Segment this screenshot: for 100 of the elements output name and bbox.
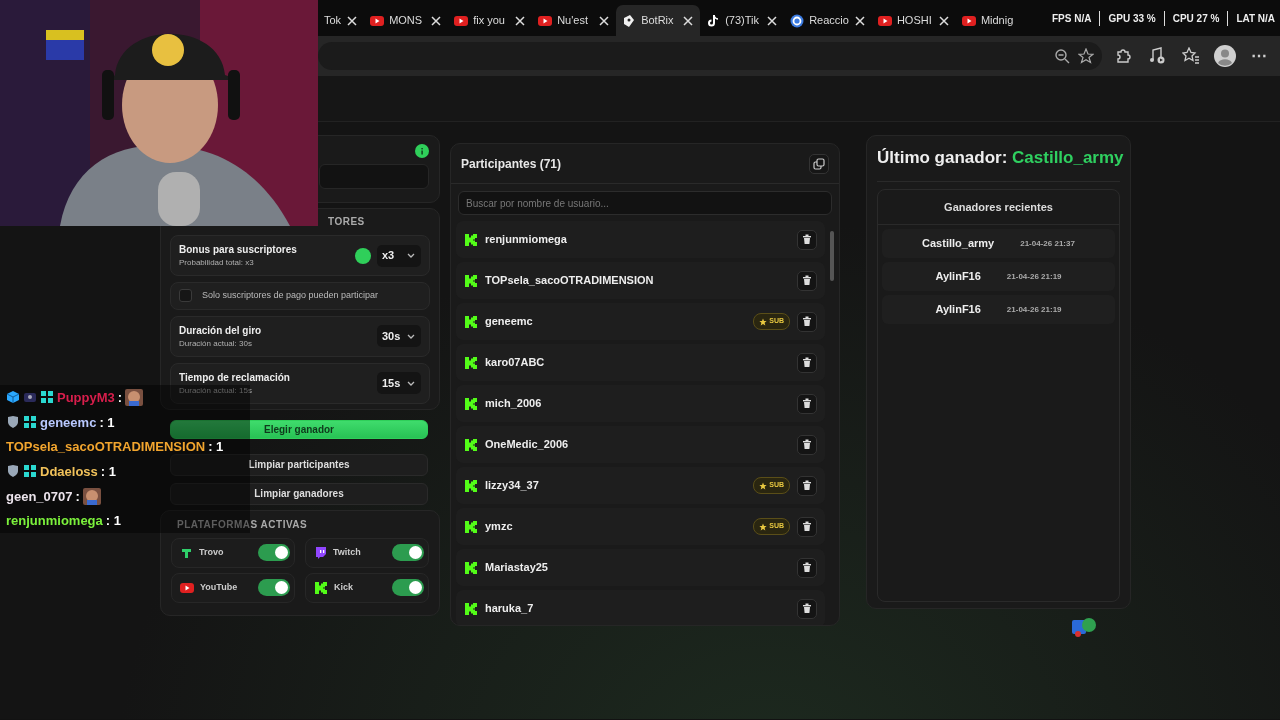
select-dropdown[interactable]: 30s [377, 325, 421, 347]
chat-username: PuppyM3 [57, 390, 115, 404]
browser-tab[interactable]: (73)Tik [700, 5, 785, 36]
puzzle-icon[interactable] [1114, 47, 1132, 65]
close-icon[interactable] [766, 14, 779, 27]
participant-row[interactable]: haruka_7 [456, 590, 825, 625]
close-icon[interactable] [346, 14, 359, 27]
more-button[interactable]: ⋯ [1246, 43, 1272, 69]
toggle-switch[interactable] [392, 579, 424, 596]
participant-row[interactable]: TOPsela_sacoOTRADIMENSION [456, 262, 825, 299]
delete-button[interactable] [797, 598, 817, 619]
info-icon[interactable] [355, 247, 371, 264]
favorites-icon[interactable] [1182, 47, 1200, 65]
chat-username: TOPsela_sacoOTRADIMENSION [6, 440, 206, 454]
winner-name: AylinF16 [935, 269, 981, 285]
chat-username: geneemc [40, 415, 97, 429]
close-icon[interactable] [682, 14, 695, 27]
trash-icon [802, 398, 812, 409]
select-dropdown[interactable]: x3 [377, 244, 421, 267]
browser-tab[interactable]: HOSHI [871, 5, 956, 36]
star-icon [759, 317, 768, 326]
kick-icon [464, 601, 478, 616]
kick-icon [464, 396, 478, 411]
delete-button[interactable] [797, 516, 817, 537]
browser-tab[interactable]: MONS [364, 5, 449, 36]
chat-message: : [117, 390, 123, 404]
chat-username: renjunmiomega [6, 514, 103, 528]
platform-name: Trovo [199, 545, 225, 559]
browser-tab[interactable]: Reaccio [784, 5, 872, 36]
toggle-switch[interactable] [258, 544, 290, 561]
close-icon[interactable] [430, 14, 443, 27]
delete-button[interactable] [797, 311, 817, 332]
text-field[interactable] [319, 164, 429, 189]
toggle-switch[interactable] [392, 544, 424, 561]
participant-row[interactable]: mich_2006 [456, 385, 825, 422]
kick-icon [464, 560, 478, 575]
trash-icon [802, 234, 812, 245]
close-icon[interactable] [598, 14, 611, 27]
chat-message: : 1 [105, 514, 121, 528]
section-title: PLATAFORMAS ACTIVAS [176, 517, 309, 532]
delete-button[interactable] [797, 434, 817, 455]
setting-title: Tiempo de reclamación [179, 370, 291, 385]
kick-icon [464, 437, 478, 452]
close-icon[interactable] [853, 14, 866, 27]
avatar-icon[interactable] [1214, 45, 1236, 67]
stat-text: FPS N/A [1052, 12, 1092, 26]
winner-name: AylinF16 [935, 302, 981, 318]
delete-button[interactable] [797, 229, 817, 250]
video-play-icon [370, 13, 385, 28]
copy-icon [813, 157, 825, 170]
close-icon[interactable] [514, 14, 527, 27]
participant-row[interactable]: OneMedic_2006 [456, 426, 825, 463]
kick-icon [314, 580, 328, 595]
copy-button[interactable] [809, 153, 829, 174]
browser-tab[interactable]: fix you [448, 5, 533, 36]
action-button[interactable]: Limpiar participantes [170, 453, 428, 476]
participant-row[interactable]: renjunmiomega [456, 221, 825, 258]
info-icon[interactable] [415, 144, 429, 158]
select-dropdown[interactable]: 15s [377, 372, 421, 394]
participant-row[interactable]: Mariastay25 [456, 549, 825, 586]
video-play-icon [961, 13, 976, 28]
participant-name: karo07ABC [485, 355, 546, 371]
star-icon[interactable] [1078, 48, 1094, 64]
delete-button[interactable] [797, 475, 817, 496]
chevron-icon [406, 251, 416, 260]
search-field[interactable]: Buscar por nombre de usuario... [458, 191, 832, 215]
zoom-out-icon[interactable] [1054, 48, 1070, 64]
video-play-icon [877, 13, 892, 28]
browser-tab[interactable]: Nu'est [532, 5, 617, 36]
stat-text: GPU 33 % [1099, 11, 1156, 26]
browser-tab[interactable]: Midnig [955, 5, 1020, 36]
platform-name: Kick [334, 580, 354, 594]
participant-name: mich_2006 [485, 396, 543, 412]
trash-icon [802, 275, 812, 286]
participant-name: lizzy34_37 [485, 478, 540, 494]
stat-text: CPU 27 % [1163, 11, 1220, 26]
participant-name: Mariastay25 [485, 560, 549, 576]
chat-message: : [75, 489, 80, 503]
participant-name: geneemc [485, 314, 534, 330]
music-note-icon[interactable] [1148, 47, 1166, 65]
browser-tab[interactable]: Tok [318, 5, 365, 36]
card-title: Ganadores recientes [878, 189, 1119, 225]
delete-button[interactable] [797, 393, 817, 414]
trash-icon [802, 603, 812, 614]
kick-icon [464, 478, 478, 493]
delete-button[interactable] [797, 352, 817, 373]
chat-message: : 1 [99, 415, 115, 429]
toggle-switch[interactable] [258, 579, 290, 596]
close-icon[interactable] [937, 14, 950, 27]
panel-title: Participantes (71) [461, 155, 562, 173]
browser-tab[interactable]: BotRix [616, 5, 701, 36]
delete-button[interactable] [797, 270, 817, 291]
participant-row[interactable]: karo07ABC [456, 344, 825, 381]
checkbox[interactable] [179, 289, 192, 303]
delete-button[interactable] [797, 557, 817, 578]
pick-winner-button[interactable]: Elegir ganador [170, 419, 428, 439]
trash-icon [802, 562, 812, 573]
action-button[interactable]: Limpiar ganadores [170, 482, 428, 505]
setting-subtitle: Probabilidad total: x3 [179, 257, 255, 269]
platform-name: YouTube [200, 580, 239, 594]
